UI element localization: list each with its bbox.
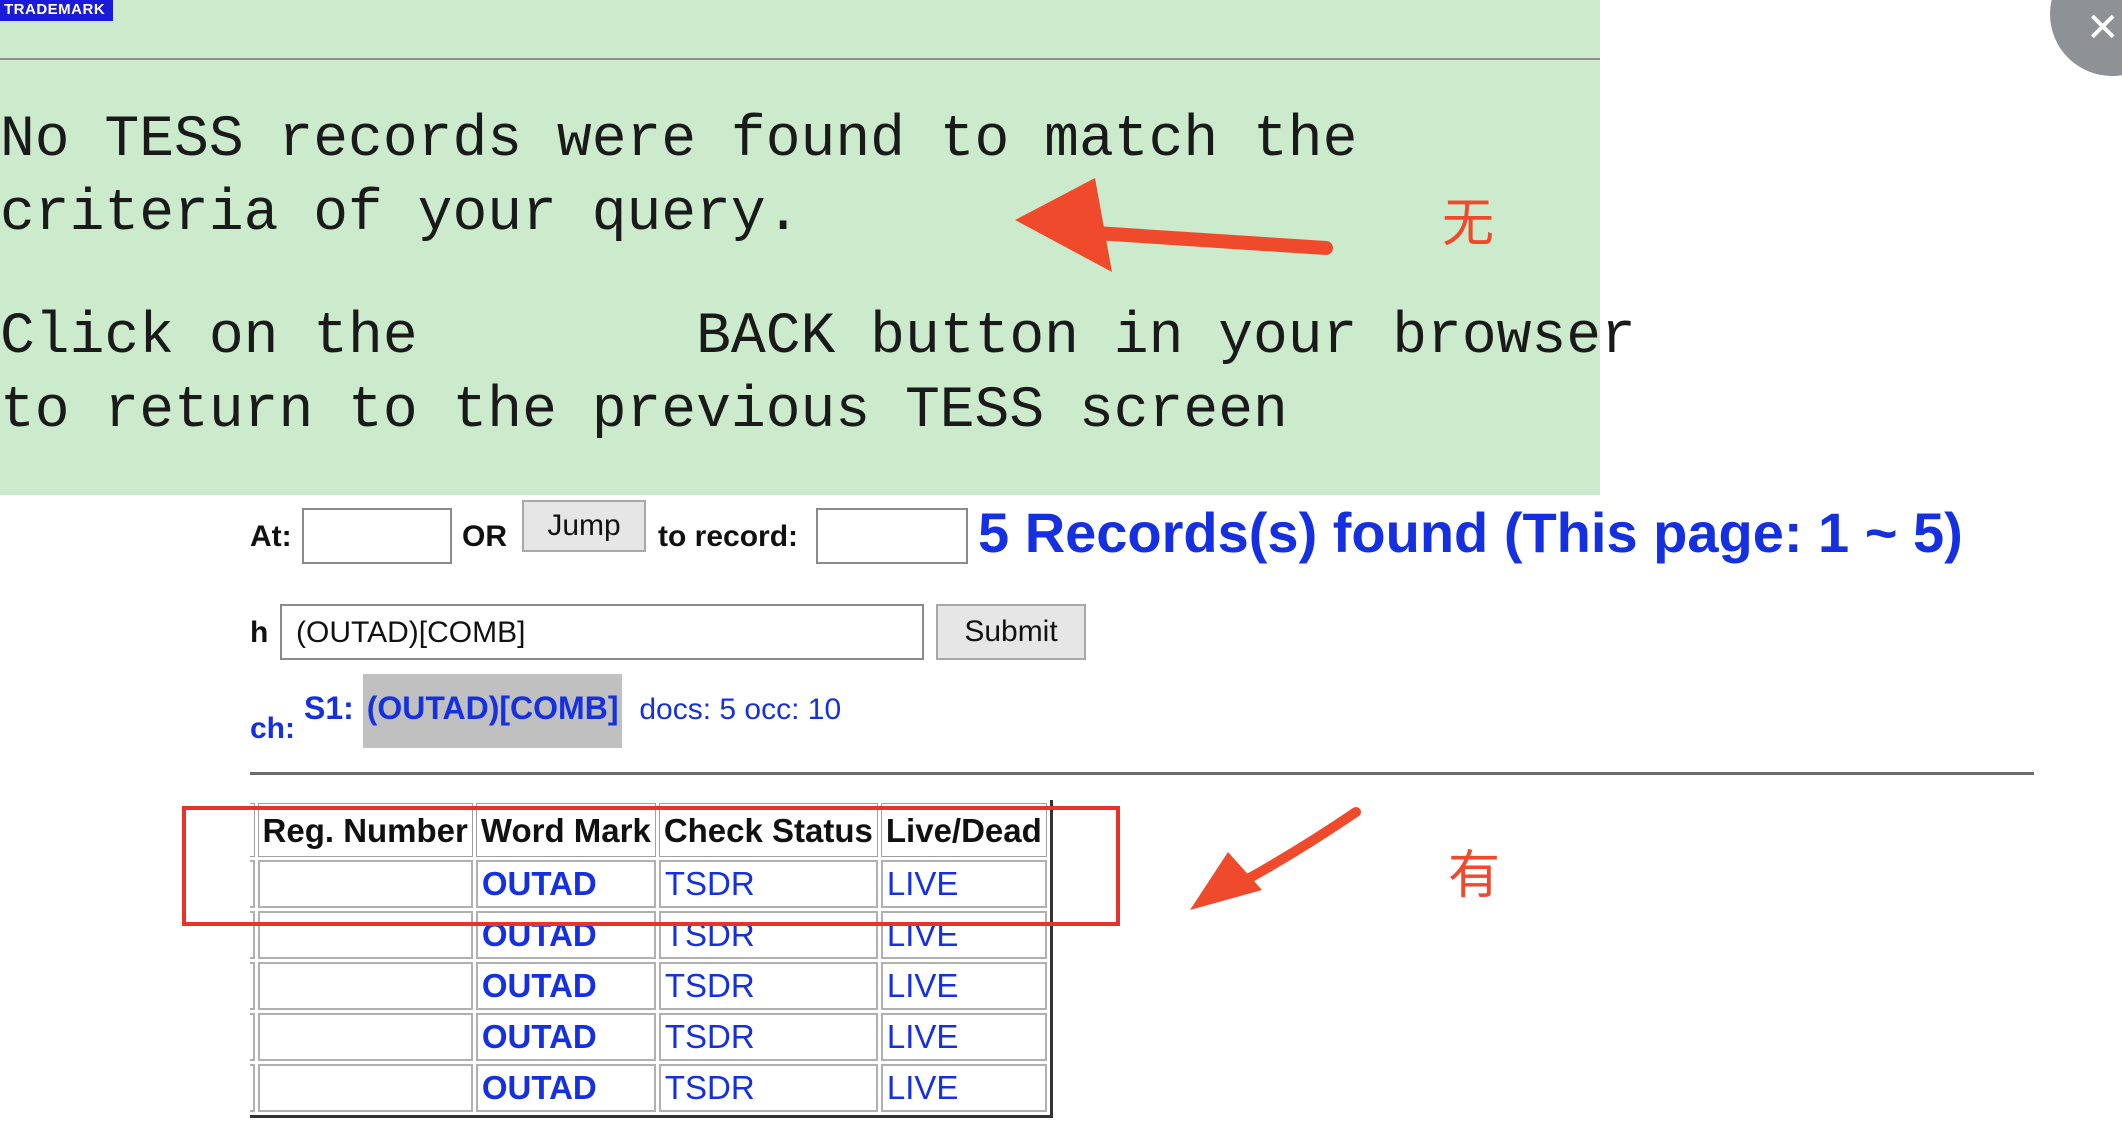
arrow-icon-to-message — [1015, 178, 1333, 272]
serial-cell — [250, 962, 255, 1010]
to-record-input[interactable] — [816, 508, 968, 564]
serial-cell — [250, 1064, 255, 1112]
search-history: S1: (OUTAD)[COMB] docs: 5 occ: 10 — [304, 674, 842, 748]
annotation-none-label: 无 — [1442, 194, 1495, 254]
word-mark-link[interactable]: OUTAD — [475, 962, 656, 1010]
history-query-link[interactable]: (OUTAD)[COMB] — [362, 674, 623, 748]
live-dead-cell: LIVE — [880, 1013, 1047, 1061]
set-label: S1: — [304, 690, 354, 726]
live-dead-cell: LIVE — [880, 962, 1047, 1010]
section-divider — [250, 772, 2034, 775]
reg-cell — [257, 962, 473, 1010]
annotation-highlight-box — [182, 806, 1120, 926]
history-label-fragment: ch: — [250, 712, 295, 745]
records-found-count: 5 Records(s) found (This page: 1 ~ 5) — [978, 501, 1963, 564]
at-record-input[interactable] — [302, 508, 452, 564]
at-label: At: — [250, 520, 292, 553]
screenshot-stage: TRADEMARK No TESS records were found to … — [0, 0, 2122, 1132]
jump-button[interactable]: Jump — [522, 500, 646, 552]
table-row: OUTAD TSDR LIVE — [250, 962, 1047, 1010]
arrow-icon-to-table — [1190, 807, 1361, 910]
submit-button[interactable]: Submit — [936, 604, 1086, 660]
annotation-have-label: 有 — [1448, 846, 1501, 906]
reg-cell — [257, 1013, 473, 1061]
search-label-fragment: h — [250, 616, 269, 649]
table-row: OUTAD TSDR LIVE — [250, 1013, 1047, 1061]
or-label: OR — [462, 520, 507, 553]
to-record-label: to record: — [658, 520, 799, 553]
tsdr-link[interactable]: TSDR — [658, 1013, 878, 1061]
table-row: OUTAD TSDR LIVE — [250, 1064, 1047, 1112]
word-mark-link[interactable]: OUTAD — [475, 1013, 656, 1061]
tsdr-link[interactable]: TSDR — [658, 1064, 878, 1112]
serial-cell — [250, 1013, 255, 1061]
word-mark-link[interactable]: OUTAD — [475, 1064, 656, 1112]
reg-cell — [257, 1064, 473, 1112]
tsdr-link[interactable]: TSDR — [658, 962, 878, 1010]
live-dead-cell: LIVE — [880, 1064, 1047, 1112]
search-query-input[interactable]: (OUTAD)[COMB] — [280, 604, 924, 660]
docs-occurrence-info: docs: 5 occ: 10 — [639, 693, 842, 726]
